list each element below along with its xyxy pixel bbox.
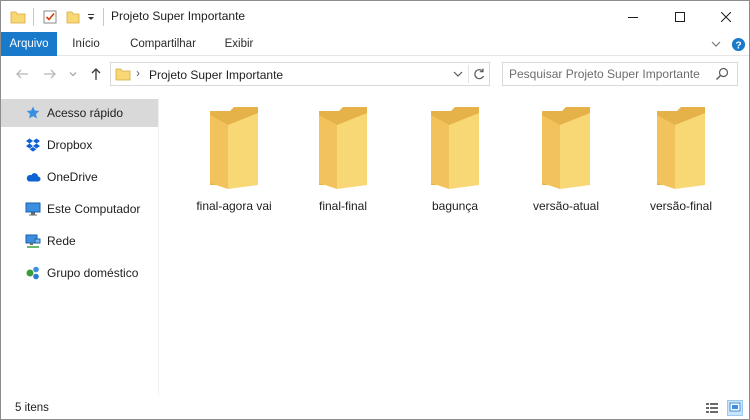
sidebar-item-label: Acesso rápido: [47, 106, 124, 120]
sidebar-item-onedrive[interactable]: OneDrive: [1, 163, 158, 191]
sidebar-item-label: Este Computador: [47, 202, 141, 216]
sidebar-item-quick-access[interactable]: Acesso rápido: [1, 99, 158, 127]
star-icon: [25, 105, 41, 121]
folder-item[interactable]: final-final: [293, 105, 393, 215]
computer-icon: [25, 201, 41, 217]
up-button[interactable]: [87, 65, 105, 83]
separator: [33, 8, 34, 26]
close-icon: [721, 11, 731, 22]
chevron-right-icon[interactable]: ›: [136, 66, 140, 80]
back-arrow-icon: [16, 69, 28, 79]
folder-icon: [657, 107, 705, 189]
up-arrow-icon: [91, 68, 101, 80]
maximize-icon: [675, 11, 685, 22]
chevron-down-icon: [69, 72, 77, 77]
svg-text:?: ?: [735, 40, 741, 51]
separator: [103, 8, 104, 26]
folder-item[interactable]: versão-final: [631, 105, 731, 215]
folder-name[interactable]: bagunça: [405, 199, 505, 213]
address-dropdown-icon[interactable]: [452, 68, 464, 83]
search-icon[interactable]: [715, 67, 729, 84]
minimize-button[interactable]: [610, 1, 656, 32]
search-box[interactable]: [502, 62, 738, 86]
tab-share[interactable]: Compartilhar: [121, 32, 205, 56]
folder-name[interactable]: versão-final: [631, 199, 731, 213]
sidebar-item-network[interactable]: Rede: [1, 227, 158, 255]
recent-locations-button[interactable]: [64, 65, 82, 83]
forward-button[interactable]: [41, 65, 59, 83]
close-button[interactable]: [703, 1, 749, 32]
file-list: final-agora vai final-final bagunça vers…: [161, 97, 749, 395]
status-bar: 5 itens: [1, 397, 749, 419]
customize-quick-access-icon[interactable]: [86, 7, 96, 27]
large-icons-view-icon[interactable]: [727, 400, 743, 416]
ribbon: Arquivo Início Compartilhar Exibir ?: [1, 32, 749, 56]
expand-ribbon-icon[interactable]: [708, 36, 724, 52]
homegroup-icon: [25, 265, 41, 281]
maximize-button[interactable]: [657, 1, 703, 32]
sidebar-item-label: OneDrive: [47, 170, 98, 184]
details-view-icon[interactable]: [704, 400, 720, 416]
new-folder-icon[interactable]: [65, 7, 81, 27]
folder-name[interactable]: final-agora vai: [184, 199, 284, 213]
sidebar-item-label: Grupo doméstico: [47, 266, 139, 280]
folder-icon: [319, 107, 367, 189]
folder-icon[interactable]: [10, 7, 26, 27]
tab-view[interactable]: Exibir: [215, 32, 263, 56]
sidebar-item-label: Rede: [47, 234, 76, 248]
properties-icon[interactable]: [42, 7, 58, 27]
tab-home[interactable]: Início: [63, 32, 109, 56]
sidebar-item-label: Dropbox: [47, 138, 93, 152]
minimize-icon: [628, 16, 638, 18]
folder-icon: [542, 107, 590, 189]
folder-icon: [115, 66, 131, 85]
network-icon: [25, 233, 41, 249]
back-button[interactable]: [13, 65, 31, 83]
folder-item[interactable]: bagunça: [405, 105, 505, 215]
title-bar: Projeto Super Importante: [1, 1, 749, 32]
sidebar-item-dropbox[interactable]: Dropbox: [1, 131, 158, 159]
folder-name[interactable]: versão-atual: [516, 199, 616, 213]
search-input[interactable]: [509, 66, 709, 82]
separator: [468, 65, 469, 83]
sidebar-item-homegroup[interactable]: Grupo doméstico: [1, 259, 158, 287]
item-count: 5 itens: [15, 402, 49, 414]
help-icon[interactable]: ?: [730, 36, 746, 52]
address-bar[interactable]: › Projeto Super Importante: [110, 62, 490, 86]
sidebar-item-this-pc[interactable]: Este Computador: [1, 195, 158, 223]
folder-icon: [431, 107, 479, 189]
cloud-icon: [25, 169, 41, 185]
navigation-pane: Acesso rápido Dropbox OneDrive Este Comp…: [1, 97, 159, 395]
folder-icon: [210, 107, 258, 189]
dropbox-icon: [25, 137, 41, 153]
forward-arrow-icon: [44, 69, 56, 79]
refresh-icon[interactable]: [472, 67, 486, 84]
explorer-window: Projeto Super Importante Arquivo Início …: [0, 0, 750, 420]
folder-name[interactable]: final-final: [293, 199, 393, 213]
folder-item[interactable]: final-agora vai: [184, 105, 284, 215]
folder-item[interactable]: versão-atual: [516, 105, 616, 215]
address-path[interactable]: Projeto Super Importante: [149, 68, 283, 82]
window-title: Projeto Super Importante: [111, 9, 246, 23]
tab-file[interactable]: Arquivo: [1, 32, 57, 56]
